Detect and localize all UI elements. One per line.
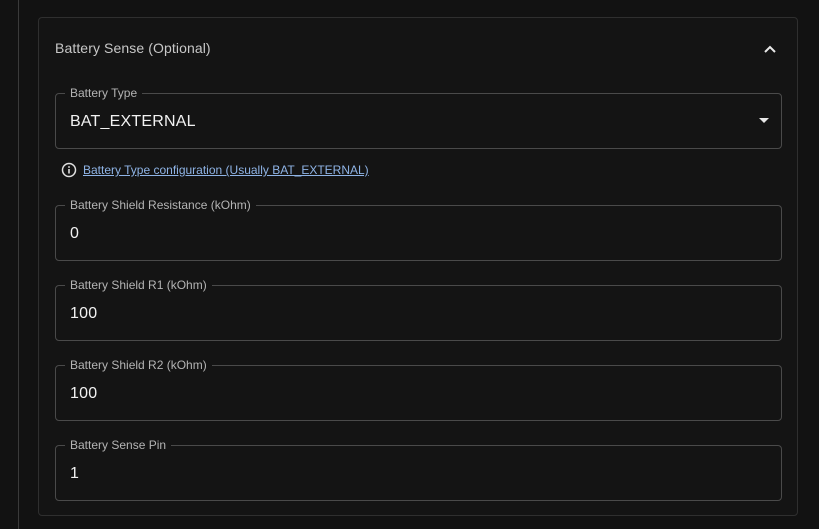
shield-r1-field[interactable]: Battery Shield R1 (kOhm) 100 [55, 277, 782, 341]
panel-title: Battery Sense (Optional) [55, 40, 211, 56]
sense-pin-input[interactable]: 1 [70, 464, 79, 484]
shield-r2-input[interactable]: 100 [70, 384, 97, 404]
sense-pin-label: Battery Sense Pin [65, 437, 172, 453]
shield-r1-input[interactable]: 100 [70, 304, 97, 324]
shield-r2-field[interactable]: Battery Shield R2 (kOhm) 100 [55, 357, 782, 421]
shield-r1-label: Battery Shield R1 (kOhm) [65, 277, 212, 293]
caret-down-icon[interactable] [759, 118, 769, 123]
page: Battery Sense (Optional) Battery Type BA… [0, 0, 819, 529]
battery-type-config-link[interactable]: Battery Type configuration (Usually BAT_… [83, 163, 369, 177]
sense-pin-field[interactable]: Battery Sense Pin 1 [55, 437, 782, 501]
battery-sense-panel: Battery Sense (Optional) Battery Type BA… [38, 17, 798, 516]
shield-resistance-label: Battery Shield Resistance (kOhm) [65, 197, 256, 213]
battery-type-select[interactable]: Battery Type BAT_EXTERNAL [55, 85, 782, 149]
shield-resistance-field[interactable]: Battery Shield Resistance (kOhm) 0 [55, 197, 782, 261]
info-icon [61, 162, 77, 178]
battery-type-value: BAT_EXTERNAL [70, 113, 196, 130]
chevron-up-icon[interactable] [763, 42, 777, 56]
battery-type-helper: Battery Type configuration (Usually BAT_… [61, 161, 369, 179]
shield-r2-label: Battery Shield R2 (kOhm) [65, 357, 212, 373]
battery-sense-panel-header[interactable]: Battery Sense (Optional) [39, 18, 797, 78]
left-divider [18, 0, 19, 529]
shield-resistance-input[interactable]: 0 [70, 224, 79, 244]
battery-type-label: Battery Type [65, 85, 143, 101]
